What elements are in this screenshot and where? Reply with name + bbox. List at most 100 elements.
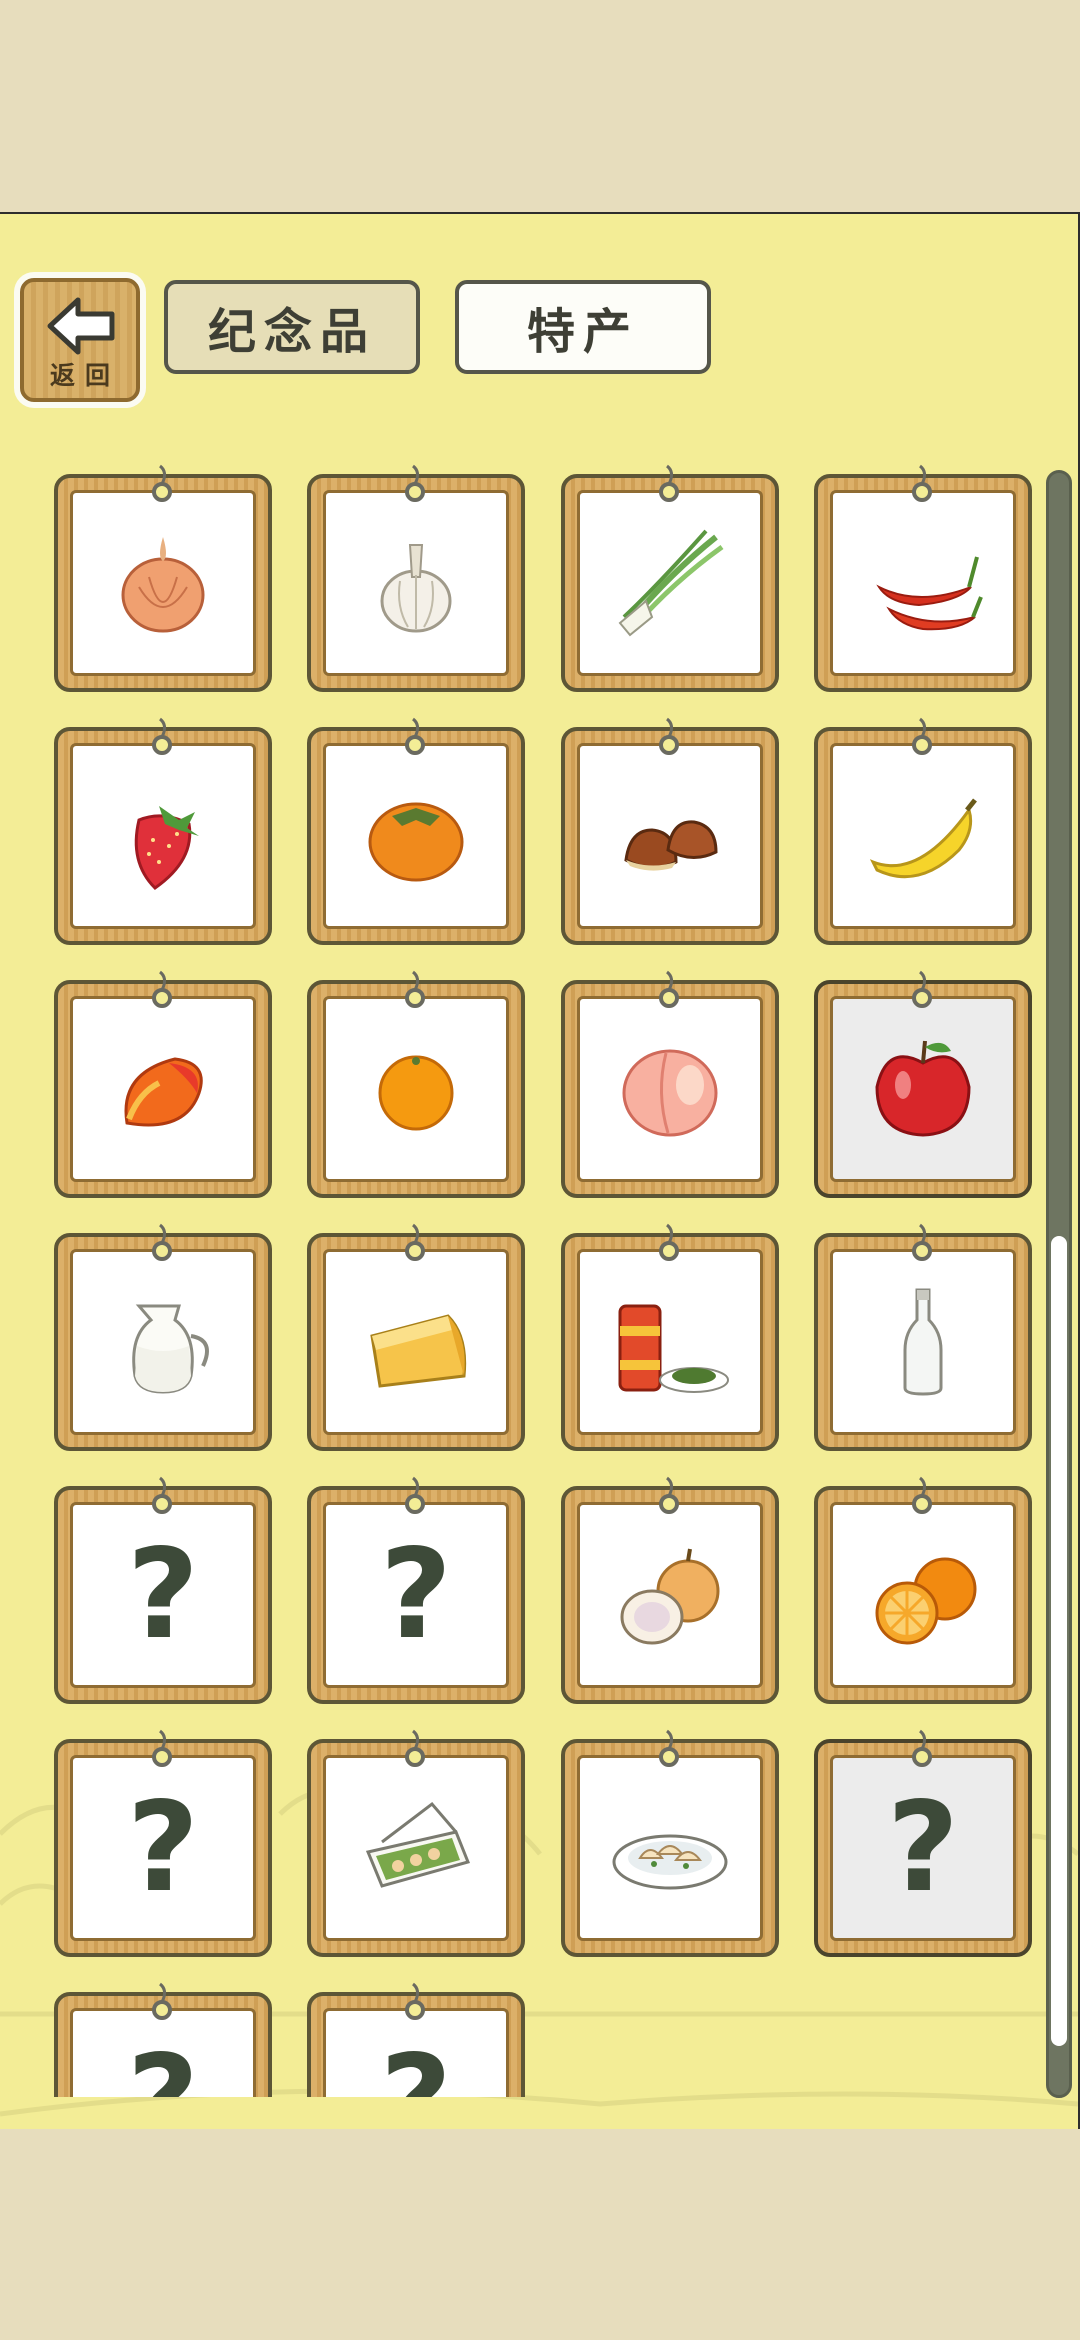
item-card[interactable] bbox=[307, 1223, 525, 1451]
card-face bbox=[577, 1502, 763, 1688]
card-face bbox=[323, 1755, 509, 1941]
milk-jug-icon bbox=[99, 1276, 227, 1408]
persimmon-icon bbox=[352, 770, 480, 902]
hanging-hook-icon bbox=[649, 1221, 689, 1267]
card-face bbox=[830, 743, 1016, 929]
item-card[interactable] bbox=[814, 464, 1032, 692]
bottle-icon bbox=[859, 1276, 987, 1408]
item-card[interactable] bbox=[561, 717, 779, 945]
item-card[interactable]: ? bbox=[307, 1982, 525, 2097]
item-card[interactable] bbox=[561, 970, 779, 1198]
card-face bbox=[70, 743, 256, 929]
item-card[interactable] bbox=[561, 1223, 779, 1451]
hanging-hook-icon bbox=[902, 715, 942, 761]
card-face bbox=[577, 1755, 763, 1941]
card-face: ? bbox=[70, 1755, 256, 1941]
hanging-hook-icon bbox=[395, 1474, 435, 1520]
hanging-hook-icon bbox=[142, 1221, 182, 1267]
tea-canister-icon bbox=[606, 1276, 734, 1408]
card-face bbox=[830, 1502, 1016, 1688]
card-face bbox=[577, 743, 763, 929]
hanging-hook-icon bbox=[395, 462, 435, 508]
bento-box-icon bbox=[352, 1782, 480, 1914]
card-face: ? bbox=[830, 1755, 1016, 1941]
hanging-hook-icon bbox=[649, 715, 689, 761]
strawberry-icon bbox=[99, 770, 227, 902]
card-face bbox=[323, 490, 509, 676]
card-face bbox=[70, 996, 256, 1182]
card-face bbox=[577, 1249, 763, 1435]
item-card[interactable] bbox=[814, 1223, 1032, 1451]
hanging-hook-icon bbox=[395, 968, 435, 1014]
item-card[interactable] bbox=[307, 464, 525, 692]
chili-pepper-icon bbox=[859, 517, 987, 649]
item-card[interactable] bbox=[561, 464, 779, 692]
item-card[interactable] bbox=[54, 717, 272, 945]
hanging-hook-icon bbox=[395, 1980, 435, 2026]
card-face bbox=[830, 996, 1016, 1182]
hanging-hook-icon bbox=[142, 968, 182, 1014]
card-face bbox=[830, 490, 1016, 676]
card-face bbox=[830, 1249, 1016, 1435]
question-icon: ? bbox=[380, 2039, 452, 2097]
item-card[interactable] bbox=[307, 970, 525, 1198]
item-card[interactable] bbox=[814, 717, 1032, 945]
hanging-hook-icon bbox=[649, 1727, 689, 1773]
card-face bbox=[577, 490, 763, 676]
card-face bbox=[323, 743, 509, 929]
hanging-hook-icon bbox=[902, 1727, 942, 1773]
card-face: ? bbox=[323, 1502, 509, 1688]
hanging-hook-icon bbox=[142, 1474, 182, 1520]
scrollbar-thumb[interactable] bbox=[1051, 1236, 1067, 2046]
hanging-hook-icon bbox=[142, 715, 182, 761]
item-card[interactable] bbox=[561, 1729, 779, 1957]
item-card[interactable] bbox=[561, 1476, 779, 1704]
hanging-hook-icon bbox=[395, 1221, 435, 1267]
item-card[interactable] bbox=[307, 1729, 525, 1957]
green-onion-icon bbox=[606, 517, 734, 649]
question-icon: ? bbox=[380, 1523, 452, 1667]
item-card[interactable]: ? bbox=[54, 1982, 272, 2097]
item-card[interactable] bbox=[307, 717, 525, 945]
coconut-icon bbox=[606, 1529, 734, 1661]
hanging-hook-icon bbox=[902, 968, 942, 1014]
apple-icon bbox=[859, 1023, 987, 1155]
hanging-hook-icon bbox=[902, 1474, 942, 1520]
item-card[interactable] bbox=[54, 1223, 272, 1451]
card-face bbox=[323, 1249, 509, 1435]
item-card[interactable]: ? bbox=[54, 1476, 272, 1704]
question-icon: ? bbox=[127, 2039, 199, 2097]
cheese-icon bbox=[352, 1276, 480, 1408]
card-face bbox=[70, 1249, 256, 1435]
item-card[interactable]: ? bbox=[307, 1476, 525, 1704]
card-face bbox=[577, 996, 763, 1182]
item-card[interactable]: ? bbox=[54, 1729, 272, 1957]
hanging-hook-icon bbox=[395, 1727, 435, 1773]
item-card[interactable] bbox=[54, 464, 272, 692]
card-face: ? bbox=[70, 1502, 256, 1688]
hanging-hook-icon bbox=[902, 1221, 942, 1267]
chestnut-icon bbox=[606, 770, 734, 902]
orange-icon bbox=[859, 1529, 987, 1661]
item-card[interactable] bbox=[814, 1476, 1032, 1704]
collection-panel: 返回 纪念品 特产 ?????? bbox=[0, 212, 1080, 2129]
question-icon: ? bbox=[127, 1523, 199, 1667]
hanging-hook-icon bbox=[649, 462, 689, 508]
item-card[interactable] bbox=[814, 970, 1032, 1198]
hanging-hook-icon bbox=[142, 1727, 182, 1773]
mango-icon bbox=[99, 1023, 227, 1155]
hanging-hook-icon bbox=[649, 968, 689, 1014]
onion-icon bbox=[99, 517, 227, 649]
question-icon: ? bbox=[887, 1776, 959, 1920]
mandarin-icon bbox=[352, 1023, 480, 1155]
hanging-hook-icon bbox=[142, 1980, 182, 2026]
item-card[interactable]: ? bbox=[814, 1729, 1032, 1957]
card-face bbox=[323, 996, 509, 1182]
hanging-hook-icon bbox=[902, 462, 942, 508]
dumpling-plate-icon bbox=[606, 1782, 734, 1914]
question-icon: ? bbox=[127, 1776, 199, 1920]
hanging-hook-icon bbox=[395, 715, 435, 761]
garlic-icon bbox=[352, 517, 480, 649]
card-face bbox=[70, 490, 256, 676]
item-card[interactable] bbox=[54, 970, 272, 1198]
